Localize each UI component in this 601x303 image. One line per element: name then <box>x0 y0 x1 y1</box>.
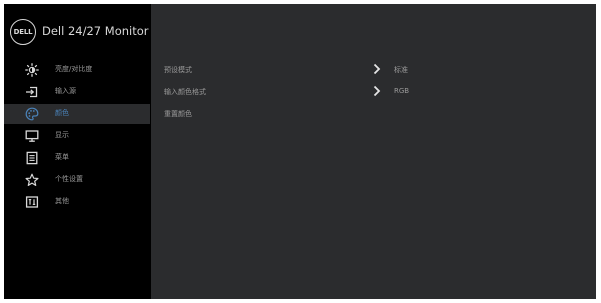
display-icon <box>25 128 39 144</box>
sidebar-item-label: 显示 <box>55 131 69 139</box>
monitor-title: Dell 24/27 Monitor <box>42 24 149 38</box>
osd-header: DELL Dell 24/27 Monitor <box>4 4 150 52</box>
setting-label: 预设模式 <box>164 66 192 74</box>
sidebar-item-display[interactable]: 显示 <box>4 126 150 146</box>
color-palette-icon <box>25 106 39 122</box>
setting-row-input-color-format[interactable]: 输入颜色格式 RGB <box>151 83 596 101</box>
sidebar-item-label: 亮度/对比度 <box>55 65 93 73</box>
brightness-icon <box>25 62 39 78</box>
sidebar-item-color[interactable]: 颜色 <box>4 104 150 124</box>
star-icon <box>25 172 39 188</box>
setting-row-preset-modes[interactable]: 预设模式 标准 <box>151 61 596 79</box>
osd-content-panel: 预设模式 标准 输入颜色格式 RGB 重置颜色 <box>151 4 596 299</box>
input-source-icon <box>25 84 39 100</box>
setting-row-reset-color[interactable]: 重置颜色 <box>151 105 596 123</box>
osd-sidebar: DELL Dell 24/27 Monitor 亮度/对比度 输入源 颜色 显示… <box>4 4 150 299</box>
sidebar-item-personalize[interactable]: 个性设置 <box>4 170 150 190</box>
sidebar-item-label: 个性设置 <box>55 175 83 183</box>
setting-label: 重置颜色 <box>164 110 192 118</box>
sidebar-item-label: 输入源 <box>55 87 76 95</box>
sidebar-item-label: 颜色 <box>55 109 69 117</box>
setting-value: RGB <box>394 87 410 95</box>
chevron-right-icon <box>373 85 381 97</box>
sidebar-item-others[interactable]: 其他 <box>4 192 150 212</box>
sidebar-item-label: 菜单 <box>55 153 69 161</box>
setting-value: 标准 <box>394 66 408 74</box>
chevron-right-icon <box>373 63 381 75</box>
dell-logo: DELL <box>10 19 36 45</box>
setting-label: 输入颜色格式 <box>164 88 206 96</box>
sidebar-item-menu[interactable]: 菜单 <box>4 148 150 168</box>
other-settings-icon <box>25 194 39 210</box>
monitor-osd: DELL Dell 24/27 Monitor 亮度/对比度 输入源 颜色 显示… <box>4 4 596 299</box>
sidebar-item-brightness-contrast[interactable]: 亮度/对比度 <box>4 60 150 80</box>
menu-list-icon <box>25 150 39 166</box>
sidebar-item-label: 其他 <box>55 197 69 205</box>
sidebar-item-input-source[interactable]: 输入源 <box>4 82 150 102</box>
